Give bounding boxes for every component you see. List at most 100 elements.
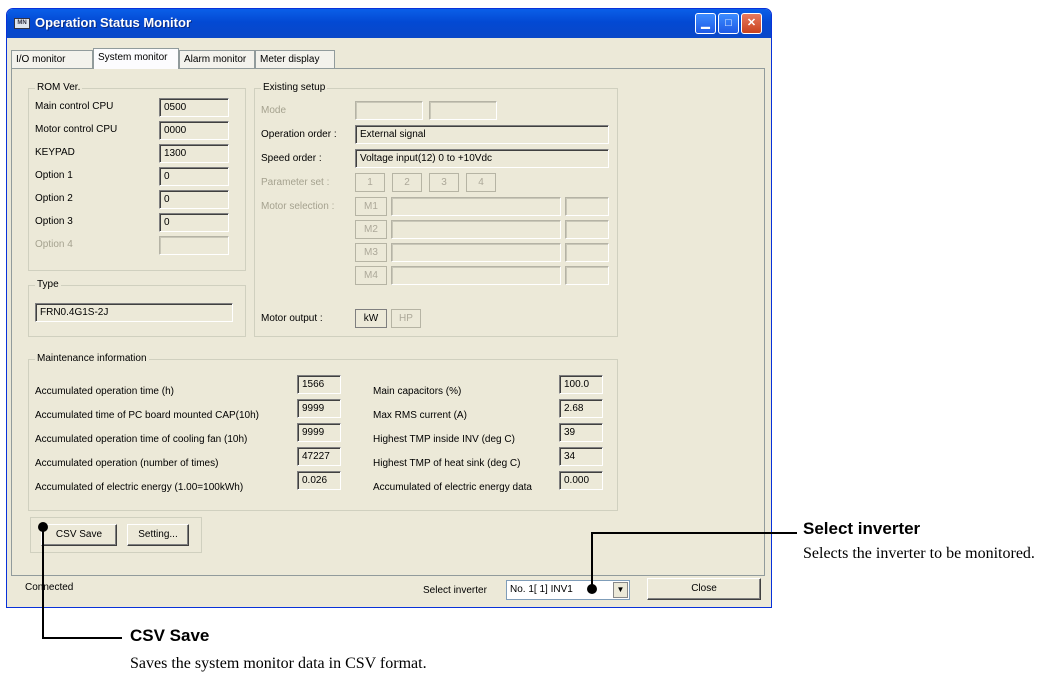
minimize-button[interactable]: ▁ — [695, 13, 716, 34]
csv-save-callout-line-h — [42, 637, 122, 639]
tab-meter-display[interactable]: Meter display — [255, 50, 335, 68]
motor-m2-field-b — [565, 220, 609, 239]
motor-m2[interactable]: M2 — [355, 220, 387, 239]
rom-value-option1: 0 — [159, 167, 229, 186]
motor-m4-field — [391, 266, 561, 285]
rom-value-option3: 0 — [159, 213, 229, 232]
motor-m4[interactable]: M4 — [355, 266, 387, 285]
maint-label-energy-data: Accumulated of electric energy data — [373, 482, 532, 493]
select-inverter-label: Select inverter — [423, 585, 487, 596]
maint-value-pcb-cap: 9999 — [297, 399, 341, 418]
operation-order-label: Operation order : — [261, 129, 337, 140]
speed-order-value: Voltage input(12) 0 to +10Vdc — [355, 149, 609, 168]
rom-value-keypad: 1300 — [159, 144, 229, 163]
rom-label-option2: Option 2 — [35, 193, 73, 204]
rom-value-main-cpu: 0500 — [159, 98, 229, 117]
rom-label-option4: Option 4 — [35, 239, 73, 250]
existing-setup-title: Existing setup — [261, 82, 328, 93]
csv-save-callout-title: CSV Save — [130, 626, 210, 645]
rom-version-group: ROM Ver. Main control CPU 0500 Motor con… — [28, 82, 246, 271]
motor-m3-field — [391, 243, 561, 262]
select-inverter-callout-text: Selects the inverter to be monitored. — [803, 545, 1035, 562]
maint-value-op-count: 47227 — [297, 447, 341, 466]
maint-label-tmp-heatsink: Highest TMP of heat sink (deg C) — [373, 458, 521, 469]
motor-m3-field-b — [565, 243, 609, 262]
maint-value-main-cap: 100.0 — [559, 375, 603, 394]
rom-value-option4 — [159, 236, 229, 255]
maint-value-energy-data: 0.000 — [559, 471, 603, 490]
parameter-set-3[interactable]: 3 — [429, 173, 459, 192]
mode-field-2 — [429, 101, 497, 120]
csv-save-button[interactable]: CSV Save — [41, 524, 117, 546]
type-value: FRN0.4G1S-2J — [35, 303, 233, 322]
maint-value-fan-time: 9999 — [297, 423, 341, 442]
maint-label-main-cap: Main capacitors (%) — [373, 386, 462, 397]
csv-save-callout-text: Saves the system monitor data in CSV for… — [130, 655, 427, 672]
maximize-button[interactable]: □ — [718, 13, 739, 34]
csv-buttons-group: CSV Save Setting... — [30, 517, 202, 553]
tab-system-monitor[interactable]: System monitor — [93, 48, 179, 69]
system-monitor-panel: ROM Ver. Main control CPU 0500 Motor con… — [11, 68, 765, 576]
chevron-down-icon[interactable]: ▼ — [613, 582, 628, 598]
window-title: Operation Status Monitor — [35, 15, 191, 30]
status-bar: Connected Select inverter No. 1[ 1] INV1… — [11, 576, 765, 604]
parameter-set-4[interactable]: 4 — [466, 173, 496, 192]
motor-output-hp[interactable]: HP — [391, 309, 421, 328]
select-inverter-value: No. 1[ 1] INV1 — [510, 584, 573, 595]
maint-label-op-count: Accumulated operation (number of times) — [35, 458, 219, 469]
motor-m1[interactable]: M1 — [355, 197, 387, 216]
rom-value-motor-cpu: 0000 — [159, 121, 229, 140]
maint-value-max-current: 2.68 — [559, 399, 603, 418]
maint-label-fan-time: Accumulated operation time of cooling fa… — [35, 434, 248, 445]
operation-status-monitor-window: MN Operation Status Monitor ▁ □ ✕ I/O mo… — [6, 8, 772, 608]
rom-label-keypad: KEYPAD — [35, 147, 75, 158]
operation-order-value: External signal — [355, 125, 609, 144]
parameter-set-label: Parameter set : — [261, 177, 330, 188]
motor-output-label: Motor output : — [261, 313, 323, 324]
csv-save-callout-line-v — [42, 527, 44, 638]
select-inverter-callout-line-v — [591, 533, 593, 589]
select-inverter-callout-title: Select inverter — [803, 519, 921, 538]
motor-selection-label: Motor selection : — [261, 201, 335, 212]
tab-io-monitor[interactable]: I/O monitor — [11, 50, 93, 68]
close-button[interactable]: Close — [647, 578, 761, 600]
parameter-set-2[interactable]: 2 — [392, 173, 422, 192]
rom-label-motor-cpu: Motor control CPU — [35, 124, 118, 135]
mode-field-1 — [355, 101, 423, 120]
motor-m1-field — [391, 197, 561, 216]
rom-label-option3: Option 3 — [35, 216, 73, 227]
maint-value-op-time: 1566 — [297, 375, 341, 394]
maint-label-tmp-inv: Highest TMP inside INV (deg C) — [373, 434, 515, 445]
select-inverter-callout-line-h — [591, 532, 797, 534]
maint-value-tmp-heatsink: 34 — [559, 447, 603, 466]
type-title: Type — [35, 279, 61, 290]
motor-m2-field — [391, 220, 561, 239]
rom-label-option1: Option 1 — [35, 170, 73, 181]
type-group: Type FRN0.4G1S-2J — [28, 279, 246, 337]
rom-version-title: ROM Ver. — [35, 82, 83, 93]
maint-value-energy: 0.026 — [297, 471, 341, 490]
app-icon: MN — [14, 18, 30, 29]
close-window-button[interactable]: ✕ — [741, 13, 762, 34]
motor-m3[interactable]: M3 — [355, 243, 387, 262]
speed-order-label: Speed order : — [261, 153, 322, 164]
motor-m4-field-b — [565, 266, 609, 285]
maintenance-title: Maintenance information — [35, 353, 149, 364]
rom-value-option2: 0 — [159, 190, 229, 209]
parameter-set-1[interactable]: 1 — [355, 173, 385, 192]
mode-label: Mode — [261, 105, 287, 116]
maint-label-max-current: Max RMS current (A) — [373, 410, 467, 421]
maintenance-group: Maintenance information Accumulated oper… — [28, 353, 618, 511]
motor-m1-field-b — [565, 197, 609, 216]
setting-button[interactable]: Setting... — [127, 524, 189, 546]
rom-label-main-cpu: Main control CPU — [35, 101, 114, 112]
maint-label-energy: Accumulated of electric energy (1.00=100… — [35, 482, 244, 493]
motor-output-kw[interactable]: kW — [355, 309, 387, 328]
connection-status: Connected — [25, 582, 74, 593]
title-bar[interactable]: MN Operation Status Monitor ▁ □ ✕ — [7, 9, 771, 38]
select-inverter-dropdown[interactable]: No. 1[ 1] INV1 ▼ — [506, 580, 630, 600]
maint-label-pcb-cap: Accumulated time of PC board mounted CAP… — [35, 410, 259, 421]
maint-label-op-time: Accumulated operation time (h) — [35, 386, 174, 397]
maint-value-tmp-inv: 39 — [559, 423, 603, 442]
tab-alarm-monitor[interactable]: Alarm monitor — [179, 50, 255, 68]
